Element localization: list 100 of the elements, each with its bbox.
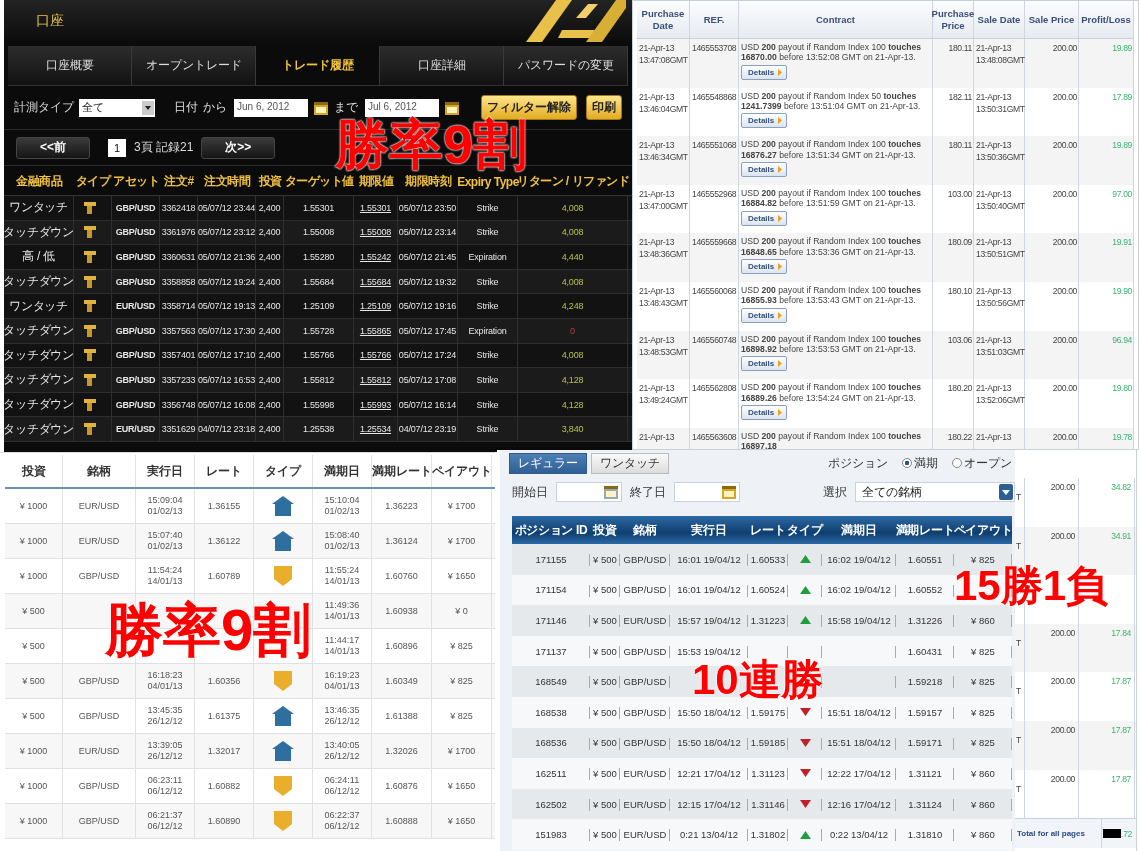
contract-text: USD 200 payout if Random Index 100 touches 16898.92 before 13:53:53 GMT on 21-Apr-13. — [741, 333, 923, 355]
table-cell: 19.78 — [1112, 430, 1132, 443]
details-button[interactable]: Details — [741, 259, 788, 275]
overlay-caption: 15勝1負 — [953, 563, 1110, 610]
table-cell: ¥ 860 — [971, 767, 995, 779]
table-cell: 200.00 — [1050, 626, 1075, 639]
table-cell: ¥ 1700 — [447, 535, 476, 547]
table-cell: 04/07/12 23:18 — [198, 417, 256, 441]
table-cell: 16:02 19/04/12 — [827, 584, 891, 596]
radio-button[interactable] — [952, 458, 962, 468]
previous-button[interactable]: <<前 — [16, 136, 90, 159]
table-cell: 13:50:51GMT — [976, 248, 1025, 261]
contract-text: USD 200 payout if Random Index 100 touches 16876.27 before 13:51:34 GMT on 21-Apr-13. — [741, 139, 923, 160]
table-cell: 13:48:36GMT — [639, 248, 688, 261]
table-cell: 1.61388 — [385, 710, 418, 722]
table-cell: 1.60882 — [207, 780, 241, 792]
table-cell: 26/12/12 — [147, 751, 183, 762]
table-cell: タッチダウン — [4, 318, 74, 343]
date-field[interactable]: Jun 6, 2012 — [234, 98, 308, 117]
radio-button[interactable] — [902, 458, 912, 468]
table-cell: 21-Apr-13 — [639, 284, 675, 297]
table-cell: 1.31223 — [750, 615, 786, 626]
tab[interactable]: 口座詳細 — [380, 46, 504, 85]
table-cell: 13:39:05 — [147, 740, 183, 751]
table-cell: 04/07/12 23:19 — [398, 417, 458, 441]
table-cell: 17.87 — [1111, 772, 1131, 785]
dropdown-icon — [999, 484, 1013, 500]
table-cell: ¥ 500 — [593, 615, 617, 626]
radio-option[interactable]: 満期 — [902, 454, 938, 472]
table-cell: ¥ 500 — [22, 710, 45, 722]
table-cell: タッチダウン — [4, 220, 74, 245]
column-header: 実行日 — [690, 521, 728, 539]
table-cell: EUR/USD — [623, 798, 667, 810]
next-button[interactable]: 次>> — [201, 136, 276, 159]
table-cell: 1.31124 — [908, 798, 942, 810]
table-cell: 1.60938 — [385, 605, 418, 617]
details-button[interactable]: Details — [741, 210, 788, 226]
table-cell: 171154 — [535, 584, 567, 596]
column-header: タイプ — [74, 173, 112, 190]
table-cell: 05/07/12 23:50 — [398, 196, 458, 220]
table-cell: 1.60789 — [207, 570, 241, 582]
table-cell: ¥ 1650 — [447, 780, 476, 792]
calendar-icon — [603, 484, 619, 500]
tab[interactable]: ワンタッチ — [591, 452, 669, 474]
radio-option[interactable]: オープン — [952, 454, 1012, 472]
table-cell: 34.91 — [1111, 529, 1131, 542]
table-cell: 05/07/12 19:32 — [398, 269, 458, 294]
date-field[interactable]: Jul 6, 2012 — [365, 98, 439, 117]
symbol-select[interactable]: 全ての銘柄 — [855, 482, 1015, 502]
table-cell: 103.06 — [947, 333, 972, 346]
table-cell: 180.11 — [948, 42, 972, 54]
table-cell: ¥ 1000 — [19, 535, 48, 547]
table-cell: 06:24:11 — [324, 775, 360, 786]
contract-text: USD 200 payout if Random Index 100 touches 16855.93 before 13:53:43 GMT on 21-Apr-13. — [741, 284, 923, 306]
table-cell: 21-Apr-13 — [976, 236, 1012, 249]
print-button[interactable]: 印刷 — [586, 95, 622, 120]
type-select[interactable]: 全て — [79, 98, 155, 117]
table-cell: 3357563 — [160, 318, 198, 343]
table-cell: 15:09:04 — [147, 495, 183, 506]
table-cell: 高 / 低 — [4, 245, 74, 269]
table-cell: ¥ 500 — [22, 605, 45, 617]
table-cell: 1.60552 — [907, 584, 943, 596]
up-arrow-icon — [272, 706, 294, 726]
details-button[interactable]: Details — [741, 404, 788, 420]
table-cell: 1465551068 — [692, 139, 737, 152]
table-cell: 05/07/12 23:44 — [198, 196, 256, 220]
down-triangle-icon — [799, 708, 811, 717]
details-button[interactable]: Details — [741, 113, 788, 129]
tab[interactable]: パスワードの変更 — [504, 46, 628, 85]
table-cell: 182.11 — [948, 90, 972, 103]
up-arrow-icon — [272, 531, 294, 551]
table-cell: ¥ 825 — [971, 676, 995, 688]
date-field[interactable] — [674, 482, 740, 502]
filter-label: 計測タイプ — [14, 99, 74, 116]
table-cell: 1.25534 — [354, 417, 398, 441]
caret-icon — [778, 311, 783, 319]
page-field[interactable]: 1 — [108, 138, 126, 157]
tab[interactable]: レギュラー — [509, 452, 587, 474]
table-cell: ¥ 500 — [593, 553, 617, 565]
table-cell: 11:55:24 — [324, 565, 360, 576]
details-button[interactable]: Details — [741, 64, 788, 80]
details-button[interactable]: Details — [741, 307, 788, 323]
tab[interactable]: 口座概要 — [8, 46, 132, 85]
column-header: レート — [195, 455, 254, 487]
table-cell: 1.55242 — [354, 245, 398, 269]
details-button[interactable]: Details — [741, 356, 788, 372]
table-cell: 1.60356 — [207, 675, 241, 687]
date-field[interactable] — [556, 482, 622, 502]
table-cell: ¥ 825 — [450, 710, 473, 722]
table-cell: EUR/USD — [112, 294, 160, 318]
table-cell: 1.32026 — [385, 745, 418, 757]
table-cell: 05/07/12 19:24 — [198, 269, 256, 294]
details-button[interactable]: Details — [741, 162, 788, 177]
table-cell: Strike — [458, 269, 518, 294]
tab[interactable]: オープントレード — [132, 46, 256, 85]
table-cell: GBP/USD — [78, 780, 120, 792]
table-cell: 26/12/12 — [147, 716, 183, 727]
table-cell: 05/07/12 21:36 — [198, 245, 256, 269]
redaction-bar — [1103, 829, 1122, 839]
table-cell: ¥ 500 — [593, 767, 617, 779]
